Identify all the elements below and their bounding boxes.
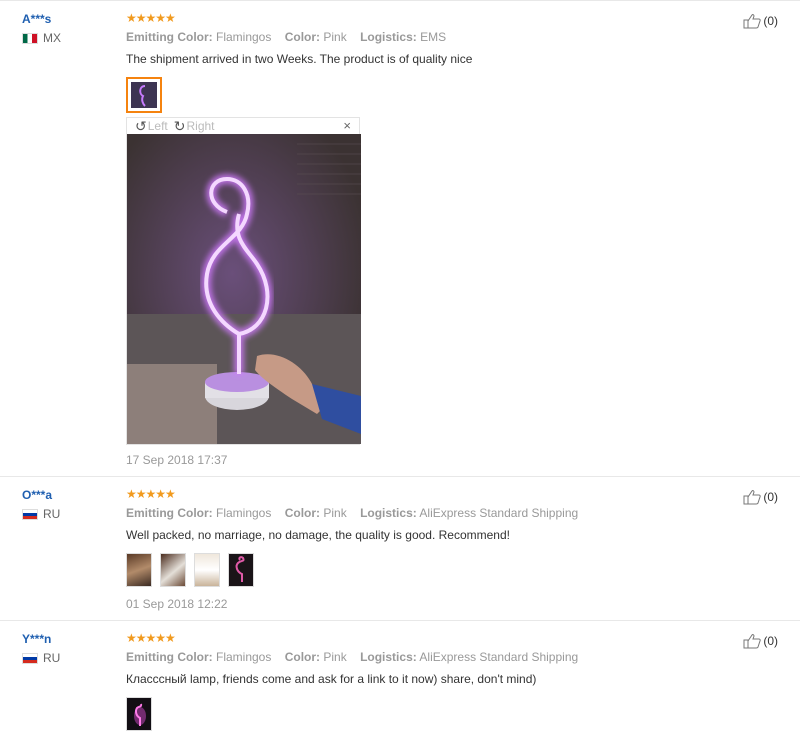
reviewer-name[interactable]: A***s <box>22 11 112 27</box>
rotate-right-icon: ↻ <box>173 118 186 134</box>
rotate-left-label: Left <box>147 119 168 133</box>
helpful-count: (0) <box>763 490 778 504</box>
viewer-toolbar: ↺ Left ↻ Right × <box>127 118 359 134</box>
country-code: RU <box>43 651 61 665</box>
star-rating: ★★★★★ <box>126 487 176 501</box>
review-date: 01 Sep 2018 12:22 <box>126 597 228 611</box>
logistics-value: EMS <box>420 30 447 44</box>
helpful-count: (0) <box>763 14 778 28</box>
review-item: A***s MX ★★★★★ Emitting Color: Flamingos… <box>0 0 800 476</box>
thumbs-up-icon <box>743 634 762 649</box>
helpful-button[interactable]: (0) <box>743 489 778 505</box>
review-photos <box>126 697 686 733</box>
photo-thumbnail[interactable] <box>194 553 220 587</box>
emitting-color-value: Flamingos <box>216 650 272 664</box>
review-item: Y***n RU ★★★★★ Emitting Color: Flamingos… <box>0 620 800 735</box>
reviewer-info: O***a RU <box>22 487 112 521</box>
review-content: ★★★★★ Emitting Color: Flamingos Color: P… <box>126 11 686 467</box>
reviewer-info: A***s MX <box>22 11 112 45</box>
review-text: Well packed, no marriage, no damage, the… <box>126 528 510 542</box>
color-value: Pink <box>323 506 347 520</box>
review-photo-large <box>127 134 361 444</box>
star-rating: ★★★★★ <box>126 11 176 25</box>
photo-thumbnail[interactable] <box>126 553 152 587</box>
helpful-count: (0) <box>763 634 778 648</box>
order-attributes: Emitting Color: Flamingos Color: Pink Lo… <box>126 649 686 665</box>
emitting-color-label: Emitting Color: <box>126 30 213 44</box>
logistics-value: AliExpress Standard Shipping <box>419 650 579 664</box>
photo-thumbnail[interactable] <box>160 553 186 587</box>
order-attributes: Emitting Color: Flamingos Color: Pink Lo… <box>126 505 686 521</box>
rotate-left-button[interactable]: ↺ Left <box>135 119 168 133</box>
country-code: RU <box>43 507 61 521</box>
russia-flag-icon <box>22 652 38 664</box>
reviewer-info: Y***n RU <box>22 631 112 665</box>
mexico-flag-icon <box>22 32 38 44</box>
reviewer-country: RU <box>22 651 112 665</box>
country-code: MX <box>43 31 61 45</box>
photo-viewer: ↺ Left ↻ Right × <box>126 117 361 445</box>
review-text: The shipment arrived in two Weeks. The p… <box>126 52 473 66</box>
rotate-right-label: Right <box>186 119 215 133</box>
rotate-right-button[interactable]: ↻ Right <box>174 119 215 133</box>
helpful-button[interactable]: (0) <box>743 13 778 29</box>
color-label: Color: <box>284 650 321 664</box>
rotate-left-icon: ↺ <box>135 118 147 134</box>
emitting-color-label: Emitting Color: <box>126 650 213 664</box>
logistics-label: Logistics: <box>360 650 417 664</box>
review-item: O***a RU ★★★★★ Emitting Color: Flamingos… <box>0 476 800 620</box>
review-date: 17 Sep 2018 17:37 <box>126 453 228 467</box>
review-photos <box>126 553 686 589</box>
color-label: Color: <box>284 30 321 44</box>
emitting-color-label: Emitting Color: <box>126 506 213 520</box>
reviewer-country: RU <box>22 507 112 521</box>
color-label: Color: <box>284 506 321 520</box>
photo-thumbnail[interactable] <box>228 553 254 587</box>
review-photos <box>126 77 686 113</box>
thumbs-up-icon <box>743 14 762 29</box>
emitting-color-value: Flamingos <box>216 30 272 44</box>
review-content: ★★★★★ Emitting Color: Flamingos Color: P… <box>126 487 686 611</box>
logistics-value: AliExpress Standard Shipping <box>419 506 579 520</box>
color-value: Pink <box>323 650 347 664</box>
color-value: Pink <box>323 30 347 44</box>
helpful-button[interactable]: (0) <box>743 633 778 649</box>
order-attributes: Emitting Color: Flamingos Color: Pink Lo… <box>126 29 686 45</box>
photo-thumbnail[interactable] <box>126 697 152 731</box>
reviewer-name[interactable]: O***a <box>22 487 112 503</box>
reviewer-country: MX <box>22 31 112 45</box>
logistics-label: Logistics: <box>360 30 417 44</box>
review-content: ★★★★★ Emitting Color: Flamingos Color: P… <box>126 631 686 733</box>
logistics-label: Logistics: <box>360 506 417 520</box>
emitting-color-value: Flamingos <box>216 506 272 520</box>
close-icon[interactable]: × <box>343 118 351 134</box>
star-rating: ★★★★★ <box>126 631 176 645</box>
russia-flag-icon <box>22 508 38 520</box>
reviewer-name[interactable]: Y***n <box>22 631 112 647</box>
photo-thumbnail[interactable] <box>126 77 162 113</box>
review-text: Классcный lamp, friends come and ask for… <box>126 672 537 686</box>
thumbs-up-icon <box>743 490 762 505</box>
